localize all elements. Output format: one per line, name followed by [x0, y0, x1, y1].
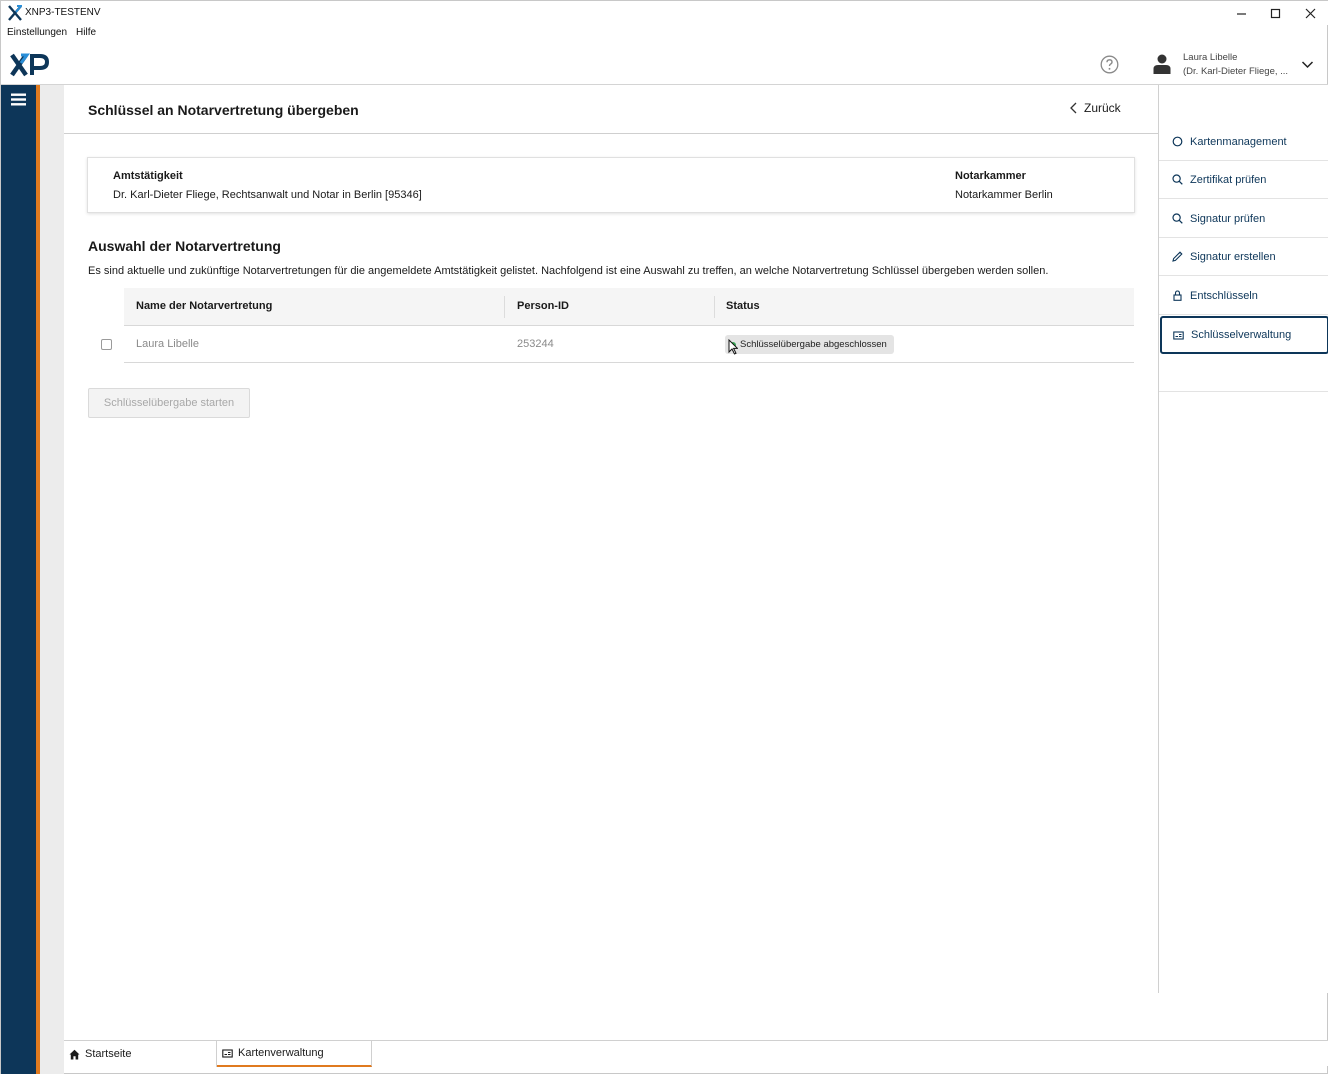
cell-name: Laura Libelle [136, 338, 199, 350]
maximize-button[interactable] [1258, 1, 1292, 25]
close-icon [1305, 8, 1315, 18]
lock-icon [1173, 290, 1182, 301]
home-icon [69, 1049, 80, 1059]
back-link[interactable]: Zurück [1069, 101, 1121, 115]
left-sidebar [1, 85, 36, 1074]
section-description: Es sind aktuelle und zukünftige Notarver… [88, 265, 1049, 277]
window-title: XNP3-TESTENV [25, 7, 101, 18]
row-divider [124, 362, 1134, 363]
tab-kartenverwaltung[interactable]: Kartenverwaltung [217, 1041, 372, 1067]
chevron-down-icon[interactable] [1301, 58, 1314, 71]
mouse-cursor-icon [728, 339, 738, 355]
menu-einstellungen[interactable]: Einstellungen [7, 27, 67, 43]
key-management-icon [1173, 330, 1184, 340]
user-name: Laura Libelle [1183, 52, 1238, 63]
status-badge: Schlüsselübergabe abgeschlossen [725, 335, 894, 354]
action-label: Signatur prüfen [1190, 212, 1266, 225]
hamburger-menu-icon[interactable] [11, 93, 26, 106]
search-icon [1172, 174, 1183, 185]
minimize-button[interactable] [1224, 1, 1258, 25]
title-bar: XNP3-TESTENV [1, 1, 1328, 25]
search-icon [1172, 213, 1183, 224]
page-title: Schlüssel an Notarvertretung übergeben [88, 102, 359, 118]
action-signatur-pruefen[interactable]: Signatur prüfen [1159, 200, 1328, 238]
menu-bar: Einstellungen Hilfe [1, 27, 96, 43]
action-kartenmanagement[interactable]: Kartenmanagement [1159, 123, 1328, 161]
action-zertifikat-pruefen[interactable]: Zertifikat prüfen [1159, 161, 1328, 199]
table-header: Name der Notarvertretung Person-ID Statu… [124, 288, 1134, 326]
tab-startseite[interactable]: Startseite [64, 1041, 217, 1067]
action-entschluesseln[interactable]: Entschlüsseln [1159, 277, 1328, 315]
table-row: Laura Libelle 253244 Schlüsselübergabe a… [88, 326, 1134, 363]
menu-hilfe[interactable]: Hilfe [76, 27, 96, 43]
row-checkbox[interactable] [101, 339, 112, 350]
status-text: Schlüsselübergabe abgeschlossen [740, 339, 887, 350]
minimize-icon [1236, 12, 1246, 15]
column-separator [504, 296, 505, 318]
card-icon [1172, 136, 1183, 147]
tab-label: Kartenverwaltung [238, 1047, 324, 1059]
pen-icon [1172, 251, 1183, 262]
action-label: Schlüsselverwaltung [1191, 329, 1292, 341]
column-separator [714, 296, 715, 318]
notarkammer-value: Notarkammer Berlin [955, 189, 1053, 201]
back-label: Zurück [1084, 101, 1121, 115]
app-window: XNP3-TESTENV Einstellungen Hilfe Laura L… [0, 0, 1328, 1074]
user-avatar-icon[interactable] [1153, 54, 1171, 74]
help-icon[interactable] [1100, 55, 1119, 74]
right-action-panel: Kartenmanagement Zertifikat prüfen Signa… [1158, 85, 1328, 993]
column-header-person-id[interactable]: Person-ID [517, 300, 569, 312]
amtstaetigkeit-value: Dr. Karl-Dieter Fliege, Rechtsanwalt und… [113, 189, 422, 201]
column-header-name[interactable]: Name der Notarvertretung [136, 300, 272, 312]
app-header: Laura Libelle (Dr. Karl-Dieter Fliege, .… [1, 45, 1328, 85]
key-management-icon [222, 1048, 233, 1058]
bottom-tab-bar: Startseite Kartenverwaltung [64, 1040, 1328, 1067]
action-empty-slot [1159, 354, 1328, 392]
title-divider [64, 133, 1158, 134]
close-button[interactable] [1293, 1, 1327, 25]
xnp-logo [10, 53, 50, 77]
start-key-transfer-button[interactable]: Schlüsselübergabe starten [88, 388, 250, 418]
main-content: Schlüssel an Notarvertretung übergeben Z… [64, 85, 1158, 1040]
notarkammer-label: Notarkammer [955, 170, 1026, 182]
user-office: (Dr. Karl-Dieter Fliege, ... [1183, 66, 1289, 77]
action-schluesselverwaltung[interactable]: Schlüsselverwaltung [1160, 316, 1328, 354]
column-header-status[interactable]: Status [726, 300, 760, 312]
action-label: Kartenmanagement [1190, 135, 1287, 148]
action-label: Entschlüsseln [1190, 289, 1258, 302]
cell-person-id: 253244 [517, 338, 554, 350]
action-signatur-erstellen[interactable]: Signatur erstellen [1159, 238, 1328, 276]
chevron-left-icon [1070, 102, 1077, 114]
tab-label: Startseite [85, 1048, 132, 1060]
office-info-card: Amtstätigkeit Dr. Karl-Dieter Fliege, Re… [87, 157, 1135, 213]
action-label: Zertifikat prüfen [1190, 173, 1267, 186]
maximize-icon [1270, 8, 1280, 18]
app-logo-icon [8, 5, 22, 21]
section-title: Auswahl der Notarvertretung [88, 238, 281, 254]
amtstaetigkeit-label: Amtstätigkeit [113, 170, 183, 182]
sidebar-gutter [40, 85, 64, 1074]
action-label: Signatur erstellen [1190, 250, 1276, 263]
